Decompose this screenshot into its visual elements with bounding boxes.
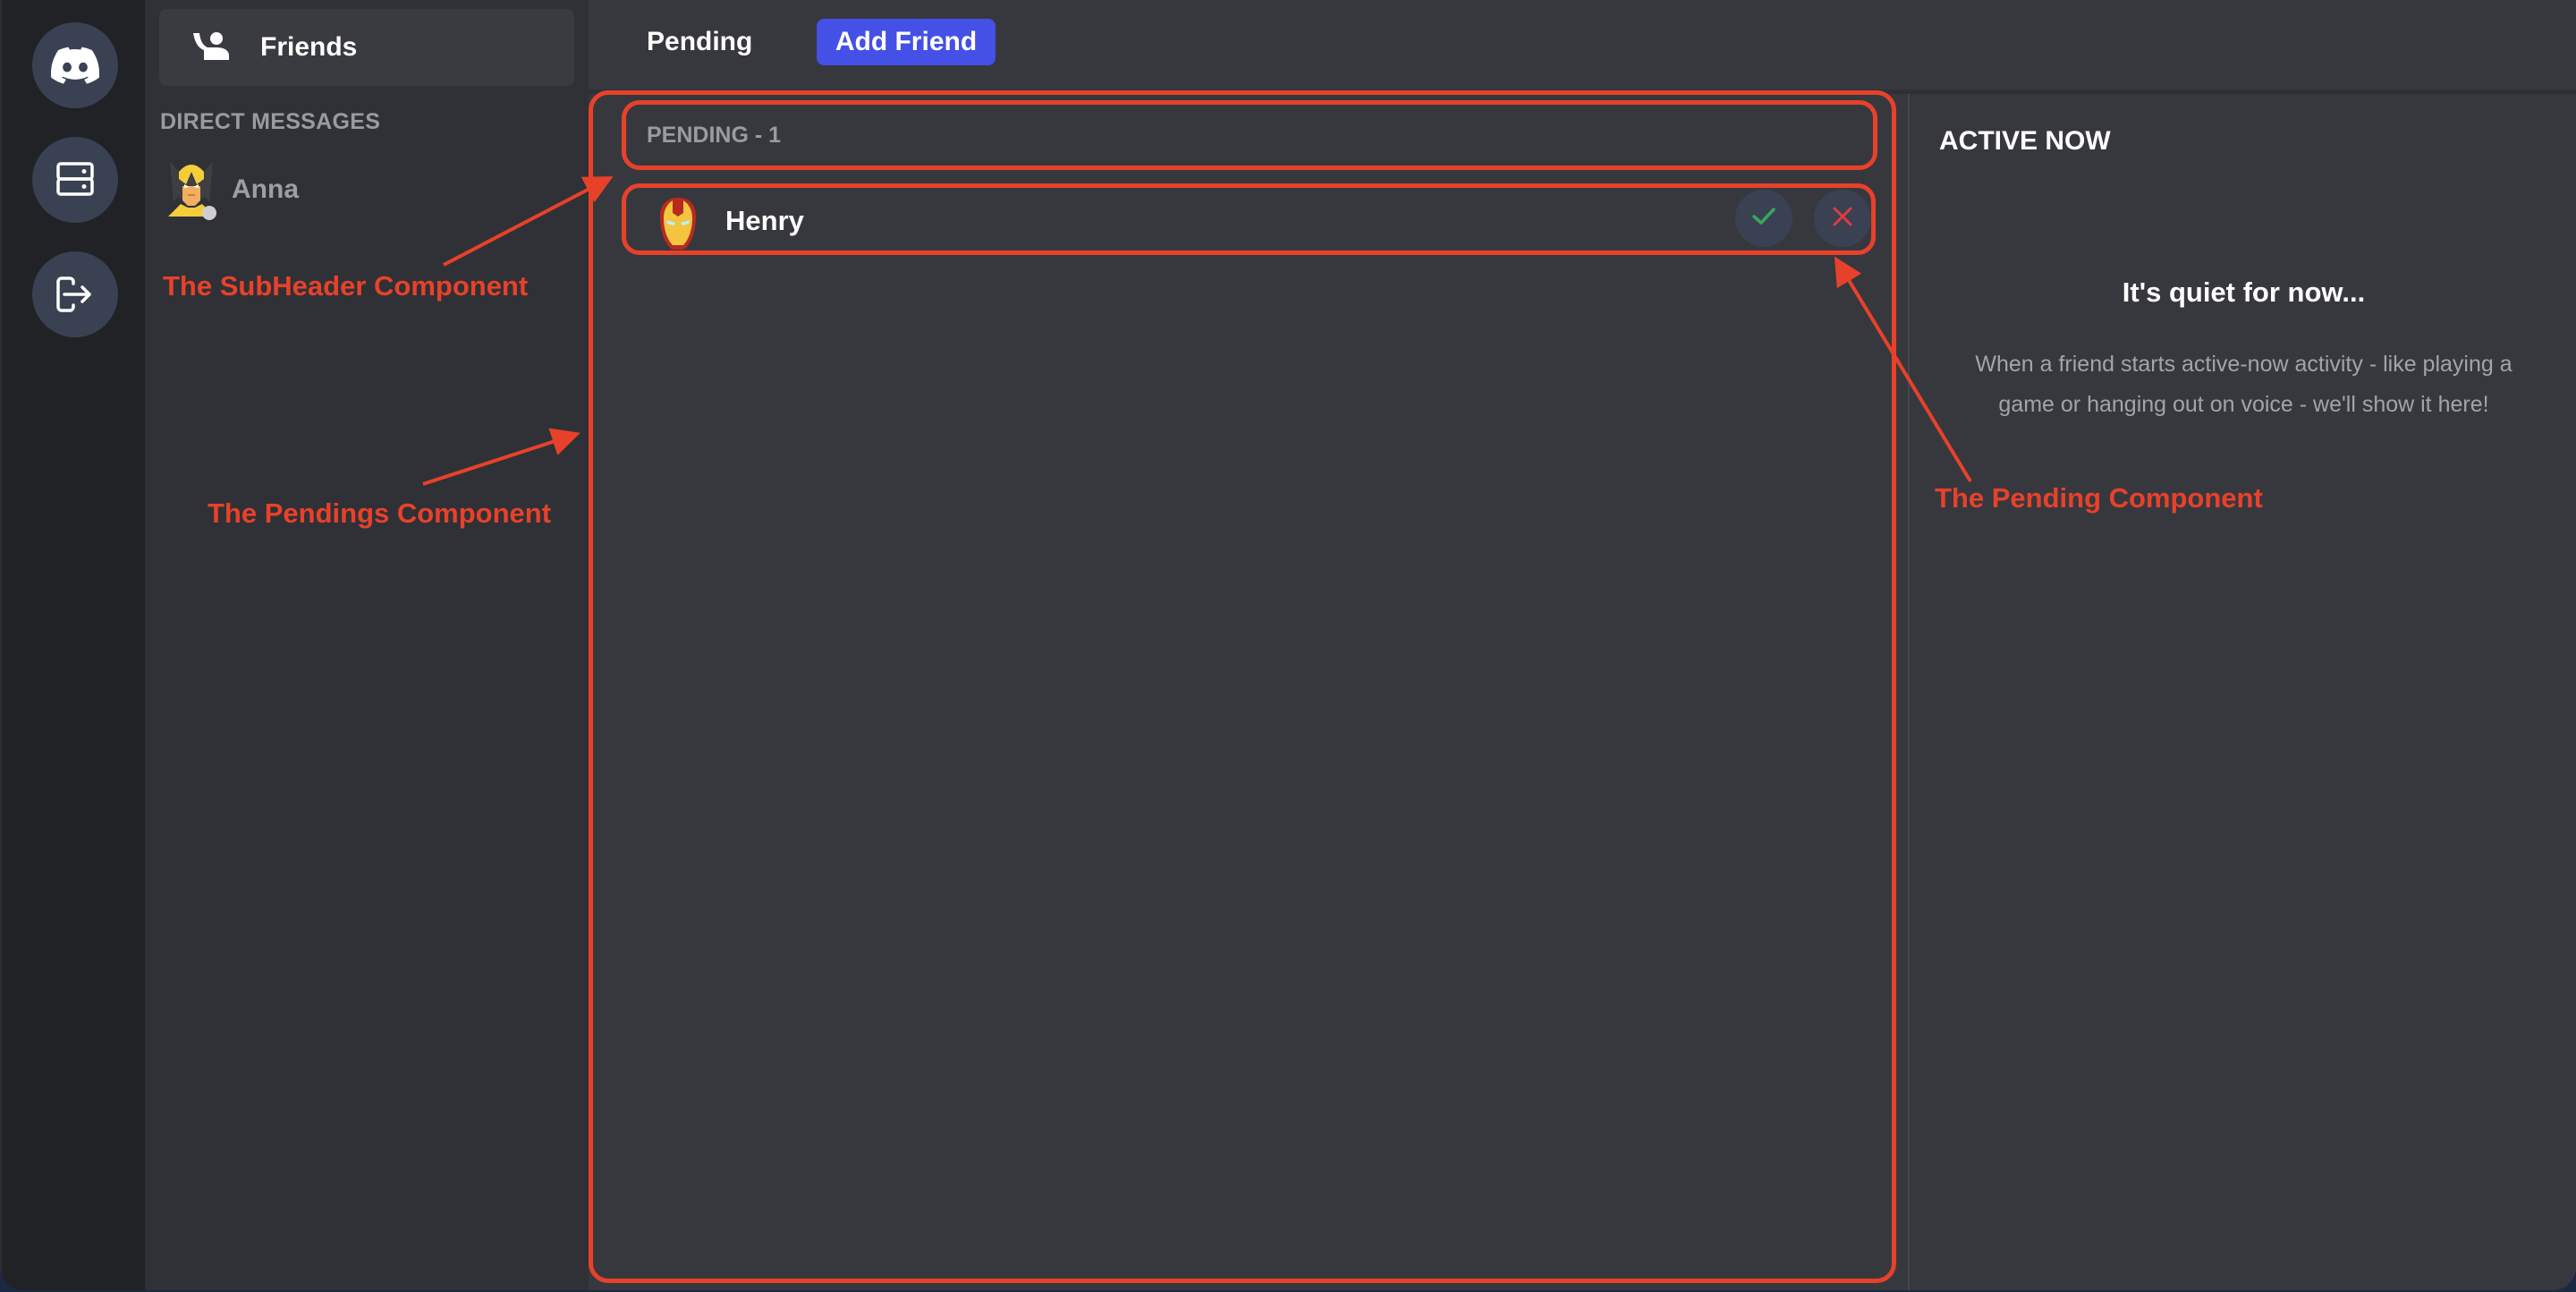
pending-name: Henry [725,205,804,236]
server-icon [55,162,95,198]
status-offline-dot [202,206,216,220]
accept-button[interactable] [1735,190,1792,247]
main-content: Pending Add Friend PENDING - 1 Henry ACT… [589,0,2576,1290]
logout-button[interactable] [32,251,118,337]
pendings-annotation-label: The Pendings Component [208,497,552,529]
logout-icon [55,276,95,312]
app-window: Friends DIRECT MESSAGES Anna Pending Add… [0,0,2576,1290]
decline-button[interactable] [1814,190,1871,247]
discord-logo-icon [51,47,99,84]
pending-item[interactable]: Henry [623,185,1874,253]
direct-messages-heading: DIRECT MESSAGES [160,109,381,134]
dm-name: Anna [232,174,299,204]
pending-subheader: PENDING - 1 [623,102,1874,168]
sidebar-item-friends[interactable]: Friends [159,9,574,86]
active-now-panel: ACTIVE NOW It's quiet for now... When a … [1908,94,2576,1290]
add-friend-button[interactable]: Add Friend [817,19,996,65]
iron-man-avatar [658,197,698,251]
pending-annotation-label: The Pending Component [1935,482,2263,514]
empty-state-title: It's quiet for now... [2122,276,2366,308]
tab-pending[interactable]: Pending [647,19,752,65]
friends-label: Friends [260,32,358,62]
dm-sidebar: Friends DIRECT MESSAGES Anna [145,0,589,1290]
friends-wave-icon [191,30,229,65]
home-button[interactable] [32,22,118,108]
active-now-heading: ACTIVE NOW [1939,126,2111,156]
server-rail [0,0,145,1290]
subheader-annotation-label: The SubHeader Component [163,270,529,302]
servers-button[interactable] [32,137,118,223]
check-icon [1751,207,1776,231]
empty-state-description: When a friend starts active-now activity… [1975,352,2512,417]
pending-count-label: PENDING - 1 [647,123,782,148]
dm-item[interactable]: Anna [159,154,574,224]
friends-header: Pending Add Friend [589,0,2576,94]
close-icon [1832,206,1853,232]
